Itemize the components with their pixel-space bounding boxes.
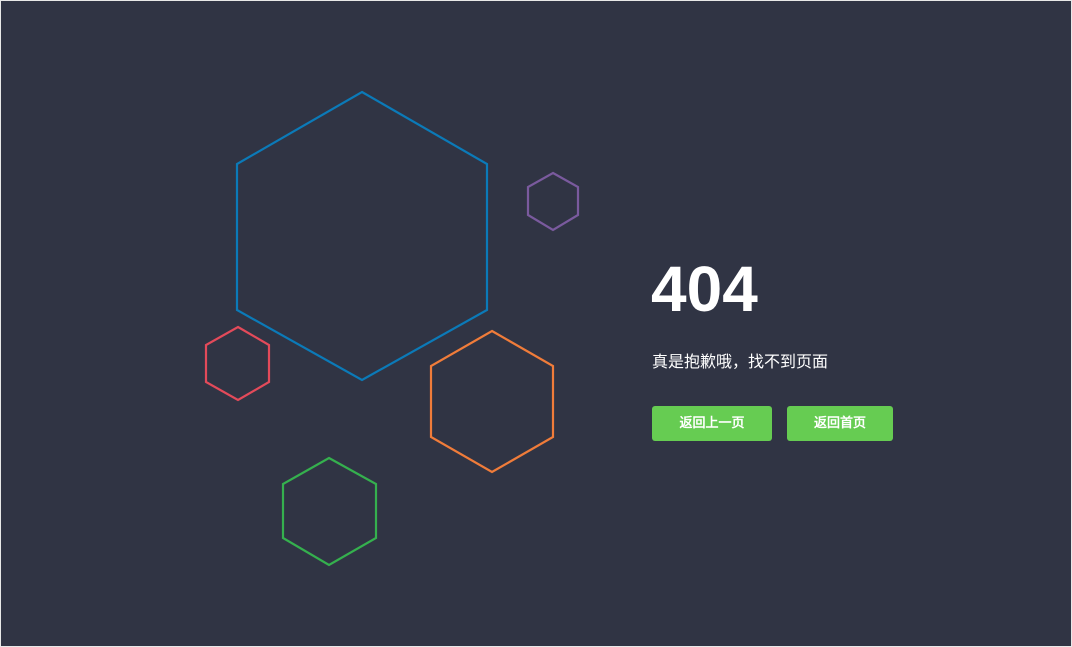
small-red-hexagon bbox=[204, 325, 271, 402]
error-message: 真是抱歉哦，找不到页面 bbox=[652, 352, 829, 371]
decorative-hexagons bbox=[204, 90, 580, 567]
green-hexagon bbox=[281, 456, 378, 567]
go-back-button[interactable]: 返回上一页 bbox=[652, 406, 772, 441]
go-home-button[interactable]: 返回首页 bbox=[787, 406, 893, 441]
small-purple-hexagon bbox=[526, 171, 580, 232]
orange-hexagon bbox=[429, 329, 555, 474]
large-blue-hexagon bbox=[235, 90, 489, 382]
error-code: 404 bbox=[651, 253, 758, 325]
